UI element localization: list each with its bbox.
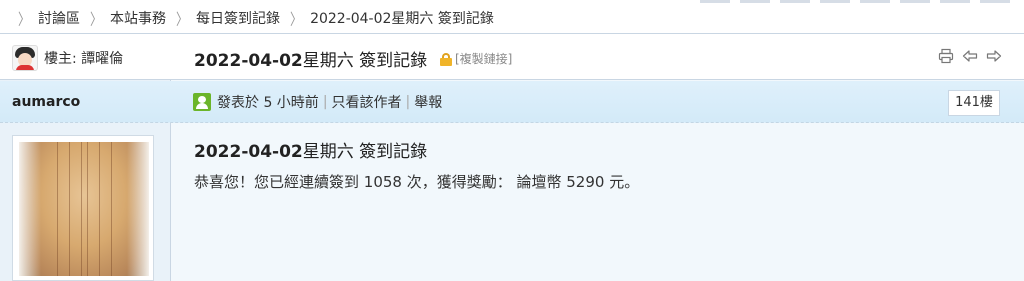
chevron-right-icon: 〉 (176, 9, 189, 28)
page-title: 2022-04-02星期六 簽到記錄 (194, 46, 427, 71)
chevron-right-icon: 〉 (18, 9, 31, 28)
thread-tools (938, 48, 1002, 64)
title-rest: 星期六 簽到記錄 (302, 51, 428, 71)
floor-number[interactable]: 141樓 (948, 90, 1000, 116)
title-date: 2022-04-02 (194, 51, 303, 71)
chevron-right-icon: 〉 (290, 9, 303, 28)
host-label[interactable]: 樓主: 譚曜倫 (44, 48, 123, 68)
breadcrumb-site-affairs[interactable]: 本站事務 (110, 8, 166, 28)
post-message: 恭喜您！您已經連續簽到 1058 次，獲得獎勵： 論壇幣 5290 元。 (194, 173, 640, 191)
author-avatar[interactable] (12, 135, 154, 281)
thread-frame: 樓主: 譚曜倫 2022-04-02星期六 簽到記錄 [複製鏈接] aumarc… (0, 33, 1024, 281)
only-author-link[interactable]: 只看該作者 (332, 92, 402, 112)
user-online-icon (193, 93, 211, 111)
report-link[interactable]: 舉報 (414, 92, 442, 112)
post-meta: 發表於 5 小時前 | 只看該作者 | 舉報 (193, 92, 442, 112)
breadcrumb-forum[interactable]: 討論區 (38, 8, 80, 28)
post-title: 2022-04-02星期六 簽到記錄 (194, 137, 427, 162)
lock-icon (440, 53, 452, 66)
breadcrumb-daily-signin[interactable]: 每日簽到記錄 (196, 8, 280, 28)
chevron-right-icon: 〉 (90, 9, 103, 28)
post-author-bar: aumarco 發表於 5 小時前 | 只看該作者 | 舉報 141樓 (0, 81, 1024, 123)
post-title-rest: 星期六 簽到記錄 (302, 142, 428, 162)
print-icon[interactable] (938, 48, 954, 64)
breadcrumb: 〉 討論區 〉 本站事務 〉 每日簽到記錄 〉 2022-04-02星期六 簽到… (0, 4, 1024, 32)
copy-link-button[interactable]: [複製鏈接] (455, 50, 512, 67)
next-thread-icon[interactable] (986, 48, 1002, 64)
prev-thread-icon[interactable] (962, 48, 978, 64)
thread-header: 樓主: 譚曜倫 2022-04-02星期六 簽到記錄 [複製鏈接] (0, 34, 1024, 80)
post-title-date: 2022-04-02 (194, 142, 303, 162)
post-time: 發表於 5 小時前 (217, 95, 319, 111)
thread-host[interactable]: 樓主: 譚曜倫 (12, 45, 123, 71)
avatar-image[interactable] (19, 142, 149, 276)
author-name[interactable]: aumarco (12, 94, 80, 110)
host-avatar[interactable] (12, 45, 38, 71)
breadcrumb-current-thread[interactable]: 2022-04-02星期六 簽到記錄 (310, 8, 494, 28)
